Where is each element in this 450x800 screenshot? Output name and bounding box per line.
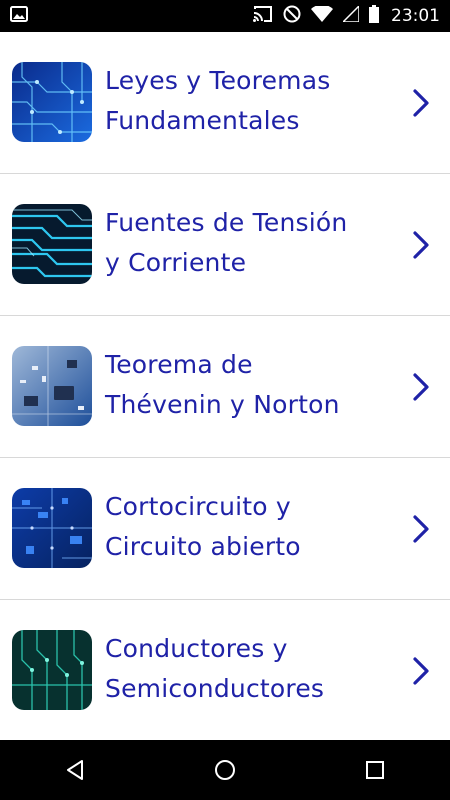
list-item[interactable]: Teorema de Thévenin y Norton xyxy=(0,316,450,458)
recents-icon xyxy=(366,761,384,779)
list-item[interactable]: Leyes y Teoremas Fundamentales xyxy=(0,32,450,174)
navigation-bar xyxy=(0,740,450,800)
circuit-cyan-icon xyxy=(12,204,92,284)
circuit-chip-icon xyxy=(12,488,92,568)
item-label: Leyes y Teoremas Fundamentales xyxy=(105,66,331,135)
status-bar: 23:01 xyxy=(0,0,450,32)
item-label: Teorema de Thévenin y Norton xyxy=(105,350,340,419)
back-icon xyxy=(67,760,83,780)
home-button[interactable] xyxy=(195,740,255,800)
back-button[interactable] xyxy=(45,740,105,800)
image-icon xyxy=(10,6,28,26)
chevron-right-icon xyxy=(413,515,429,543)
chevron-right-icon xyxy=(413,373,429,401)
cast-icon xyxy=(253,6,273,26)
item-label: Cortocircuito y Circuito abierto xyxy=(105,492,301,561)
recents-button[interactable] xyxy=(345,740,405,800)
list-item[interactable]: Cortocircuito y Circuito abierto xyxy=(0,458,450,600)
item-label: Fuentes de Tensión y Corriente xyxy=(105,208,348,277)
item-label: Conductores y Semiconductores xyxy=(105,634,325,703)
list-item[interactable]: Conductores y Semiconductores xyxy=(0,600,450,740)
chevron-right-icon xyxy=(413,231,429,259)
battery-icon xyxy=(369,5,379,27)
topic-list: Leyes y Teoremas Fundamentales Fuentes d… xyxy=(0,32,450,740)
circuit-board-icon xyxy=(12,346,92,426)
circuit-teal-icon xyxy=(12,630,92,710)
chevron-right-icon xyxy=(413,657,429,685)
chevron-right-icon xyxy=(413,89,429,117)
status-time: 23:01 xyxy=(391,6,440,26)
circuit-blue-icon xyxy=(12,62,92,142)
wifi-icon xyxy=(311,4,333,26)
signal-icon xyxy=(341,4,360,26)
list-item[interactable]: Fuentes de Tensión y Corriente xyxy=(0,174,450,316)
do-not-disturb-icon xyxy=(283,5,301,27)
home-icon xyxy=(215,760,235,780)
